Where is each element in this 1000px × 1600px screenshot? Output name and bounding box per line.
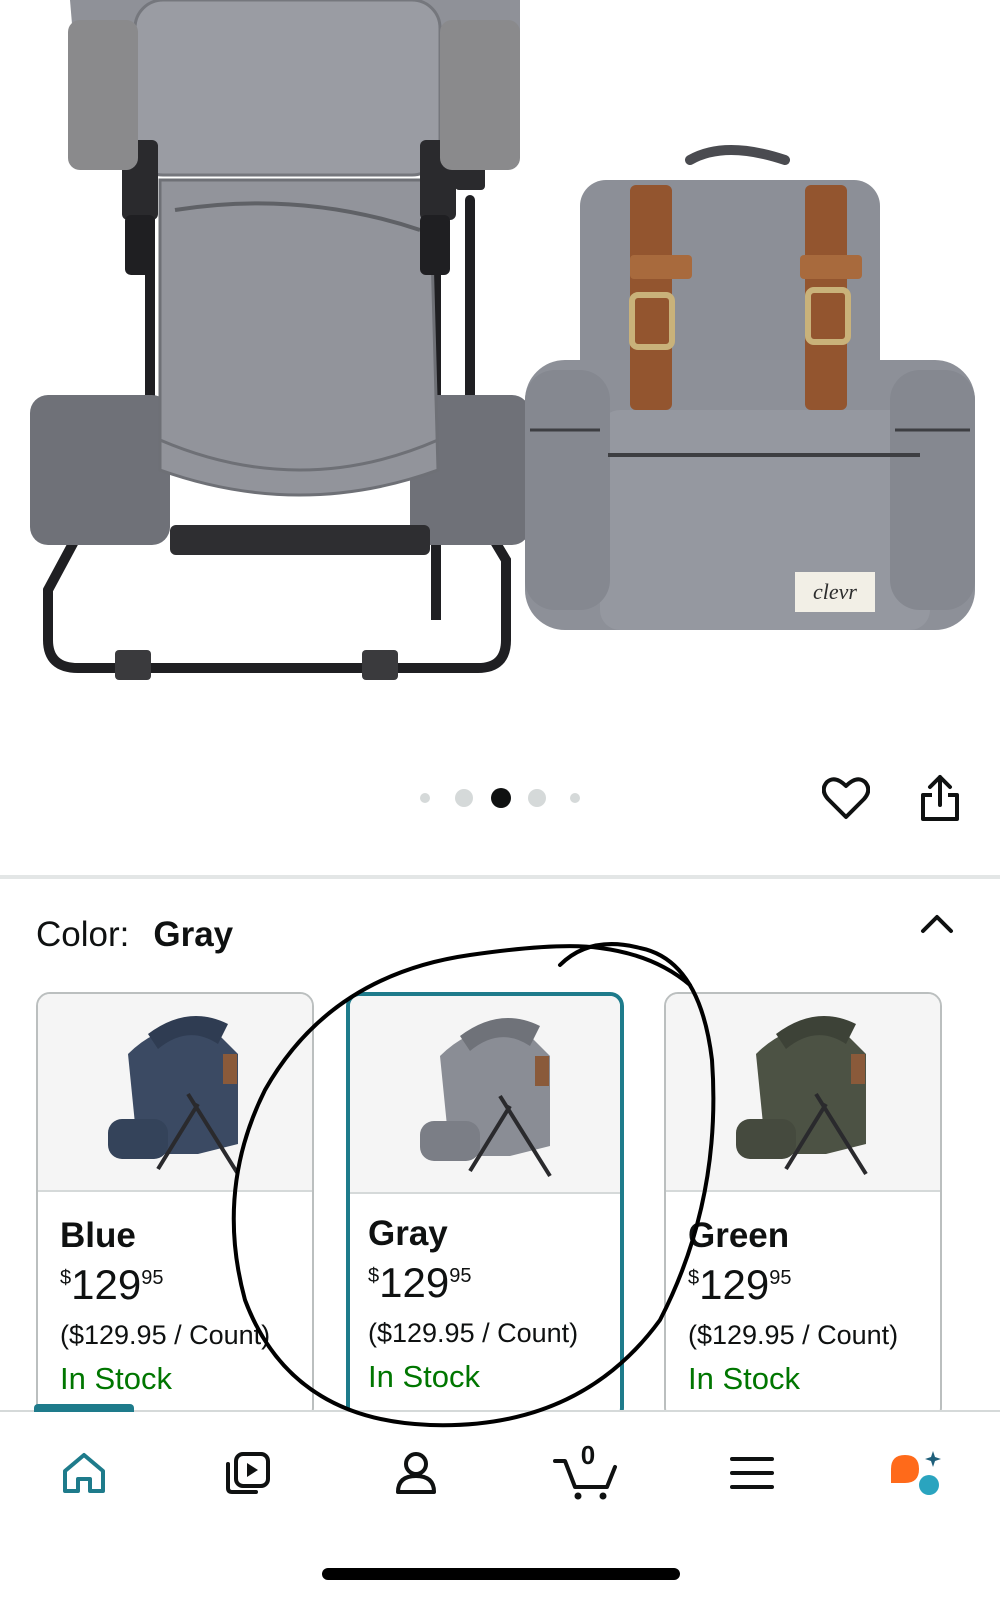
color-option-price: $129 95 <box>368 1262 620 1304</box>
unit-price: ($129.95 / Count) <box>688 1320 899 1350</box>
color-option-image <box>38 994 312 1192</box>
price-whole: 129 <box>699 1261 770 1308</box>
nav-account[interactable] <box>376 1438 456 1508</box>
price-symbol: $ <box>60 1267 72 1289</box>
gallery-dot[interactable] <box>455 789 473 807</box>
color-option-gray[interactable]: Gray $129 95 ($129.95 / Count) In Stock <box>346 992 624 1422</box>
color-option-price: $129 95 <box>60 1264 312 1306</box>
heart-icon <box>822 777 870 819</box>
home-icon <box>63 1453 105 1493</box>
price-fraction: 95 <box>449 1265 472 1287</box>
price-symbol: $ <box>368 1265 380 1287</box>
nav-menu[interactable] <box>712 1438 792 1508</box>
availability: In Stock <box>368 1359 480 1394</box>
svg-text:clevr: clevr <box>813 579 857 604</box>
collapse-color-button[interactable] <box>912 904 962 944</box>
color-option-blue[interactable]: Blue $129 95 ($129.95 / Count) In Stock <box>36 992 314 1422</box>
gallery-dot[interactable] <box>420 793 430 803</box>
color-option-green[interactable]: Green $129 95 ($129.95 / Count) In Stock <box>664 992 942 1422</box>
price-whole: 129 <box>379 1259 450 1306</box>
unit-price: ($129.95 / Count) <box>368 1318 579 1348</box>
nav-video[interactable] <box>208 1438 288 1508</box>
color-label: Color: <box>36 915 130 954</box>
nav-cart[interactable]: 0 <box>546 1438 626 1508</box>
color-option-name: Green <box>688 1216 790 1255</box>
color-heading: Color: Gray <box>36 912 233 958</box>
cart-count: 0 <box>580 1440 596 1470</box>
section-divider <box>0 875 1000 879</box>
product-photo: clevr <box>30 0 975 680</box>
color-option-name: Gray <box>368 1214 448 1253</box>
gallery-dot-active[interactable] <box>491 788 511 808</box>
share-icon <box>921 775 959 821</box>
nav-home[interactable] <box>44 1438 124 1508</box>
unit-price: ($129.95 / Count) <box>60 1320 271 1350</box>
rufus-icon <box>891 1451 941 1495</box>
chevron-up-icon <box>921 915 953 933</box>
account-icon <box>396 1452 436 1494</box>
active-tab-indicator <box>34 1404 134 1412</box>
availability: In Stock <box>688 1361 800 1396</box>
product-image[interactable]: clevr <box>0 0 1000 740</box>
color-option-price: $129 95 <box>688 1264 940 1306</box>
availability: In Stock <box>60 1361 172 1396</box>
share-button[interactable] <box>912 770 968 826</box>
video-icon <box>226 1452 270 1494</box>
price-whole: 129 <box>71 1261 142 1308</box>
favorite-button[interactable] <box>818 770 874 826</box>
price-fraction: 95 <box>769 1267 792 1289</box>
home-indicator[interactable] <box>322 1568 680 1580</box>
gallery-dot[interactable] <box>528 789 546 807</box>
selected-color-value: Gray <box>153 915 234 954</box>
menu-icon <box>730 1457 774 1489</box>
color-option-image <box>666 994 940 1192</box>
color-option-image <box>350 996 620 1194</box>
gallery-dot[interactable] <box>570 793 580 803</box>
nav-rufus[interactable] <box>876 1438 956 1508</box>
price-symbol: $ <box>688 1267 700 1289</box>
color-option-name: Blue <box>60 1216 136 1255</box>
price-fraction: 95 <box>141 1267 164 1289</box>
